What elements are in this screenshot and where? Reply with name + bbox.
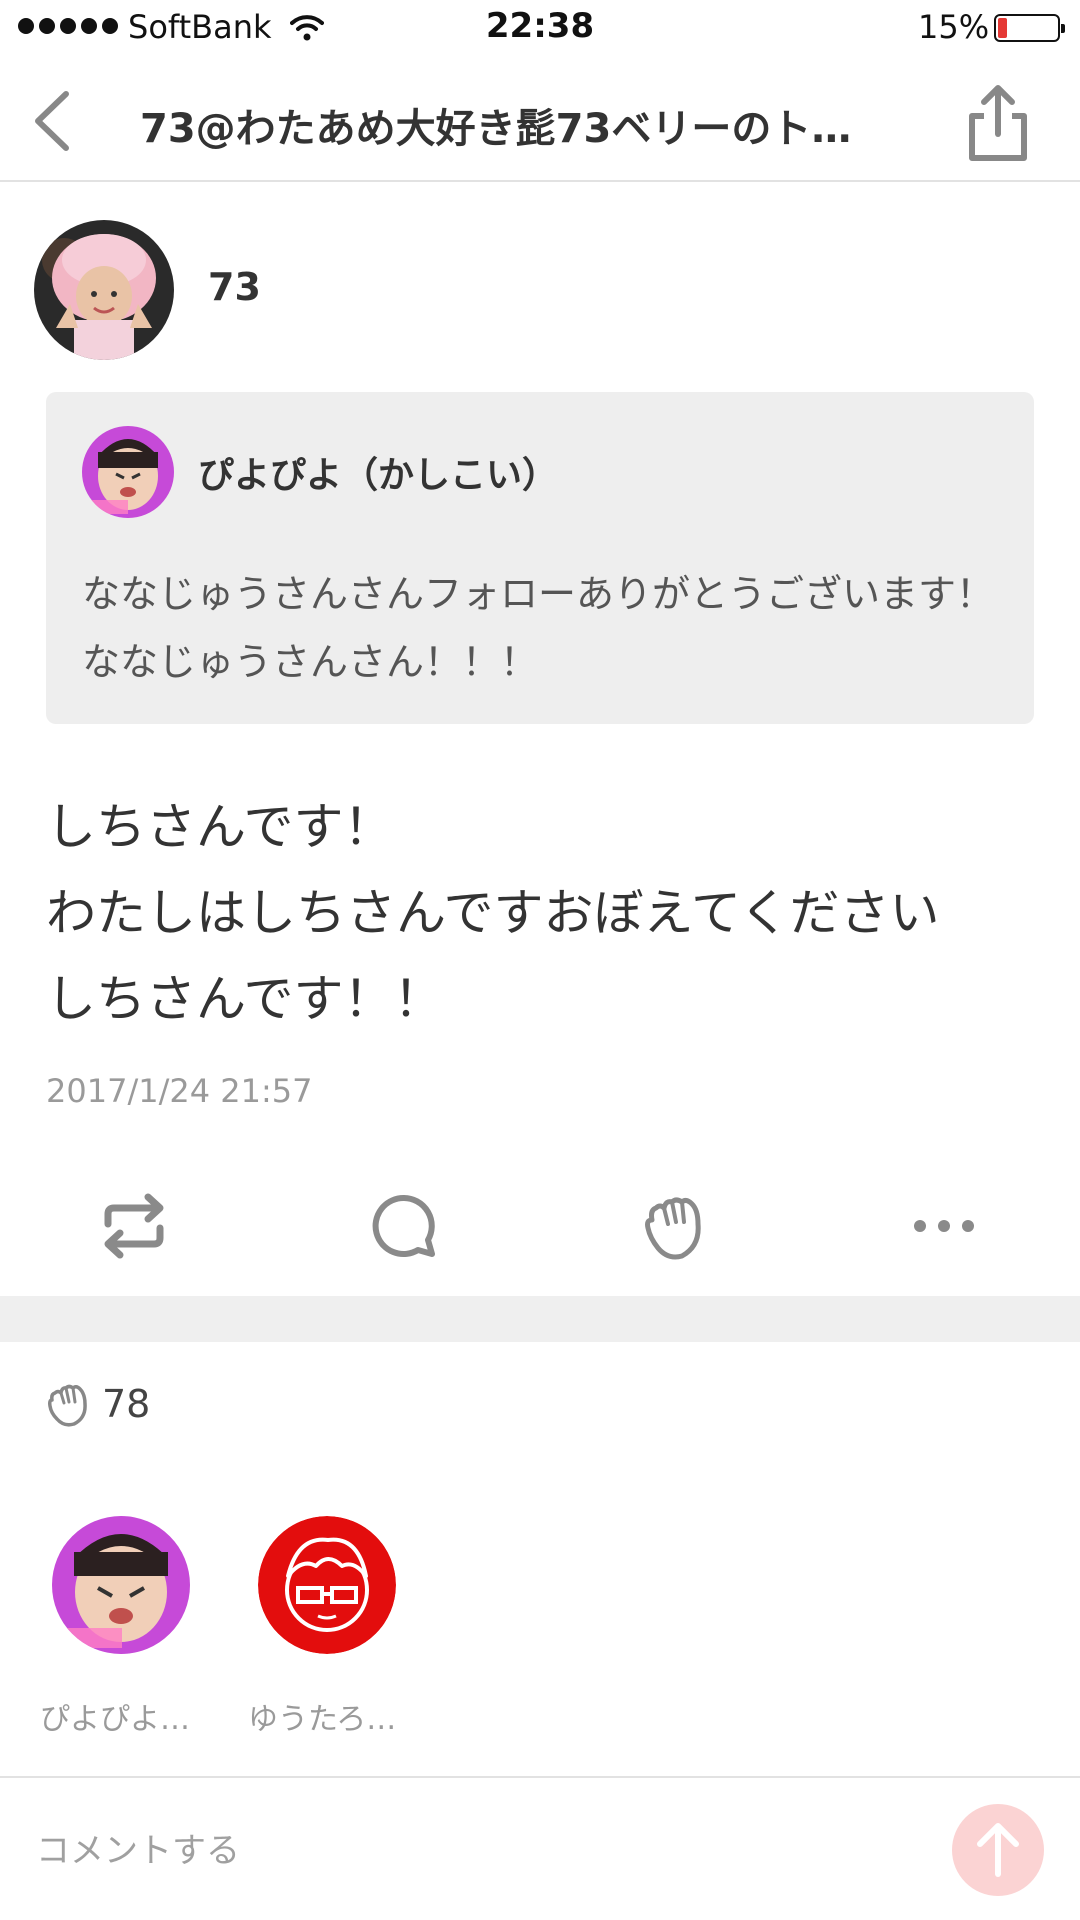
comment-input[interactable] (36, 1824, 896, 1878)
post-date: 2017/1/24 21:57 (46, 1072, 313, 1110)
liker-name: ゆうたろ… (248, 1702, 397, 1737)
liker-name: ぴよぴよ… (40, 1702, 190, 1737)
share-icon (969, 85, 1027, 161)
liker-avatar[interactable] (258, 1516, 396, 1654)
status-bar: SoftBank 22:38 15% (0, 0, 1080, 60)
nav-bar: 73@わたあめ大好き髭73ベリーのト… (0, 60, 1080, 182)
battery-percentage: 15% (918, 8, 990, 46)
chevron-left-icon (35, 91, 69, 151)
liker-avatar-image (52, 1516, 190, 1654)
comment-bar (0, 1776, 1080, 1920)
more-button[interactable] (908, 1190, 980, 1262)
author-avatar-image (34, 220, 174, 360)
more-icon (914, 1220, 974, 1232)
repost-button[interactable] (98, 1190, 170, 1262)
liker-avatar[interactable] (52, 1516, 190, 1654)
quoted-user-avatar-image (82, 426, 174, 518)
author-avatar[interactable] (34, 220, 174, 360)
comment-button[interactable] (368, 1190, 440, 1262)
quoted-user-avatar[interactable] (82, 426, 174, 518)
arrow-up-icon (977, 1823, 1019, 1877)
post-text: しちさんです！ わたしはしちさんですおぼえてください しちさんです！！ (46, 798, 940, 1028)
author-name[interactable]: 73 (208, 265, 261, 309)
quoted-post-text: ななじゅうさんさんフォローありがとうございます！ななじゅうさんさん！！！ (82, 572, 995, 684)
clap-icon (48, 1384, 87, 1427)
send-button[interactable] (952, 1804, 1044, 1896)
like-count: 78 (102, 1382, 151, 1426)
repost-icon (104, 1193, 164, 1259)
quoted-user-name[interactable]: ぴよぴよ（かしこい） (198, 446, 558, 498)
liker-avatar-image (258, 1516, 396, 1654)
quoted-post-card[interactable]: ぴよぴよ（かしこい） ななじゅうさんさんフォローありがとうございます！ななじゅう… (46, 392, 1034, 724)
clap-button[interactable] (638, 1190, 710, 1262)
back-button[interactable] (24, 88, 84, 154)
page-title: 73@わたあめ大好き髭73ベリーのト… (140, 106, 852, 152)
comment-icon (372, 1194, 435, 1257)
share-button[interactable] (962, 82, 1034, 164)
section-divider (0, 1296, 1080, 1342)
battery-icon (994, 14, 1065, 42)
clap-icon (645, 1197, 701, 1260)
